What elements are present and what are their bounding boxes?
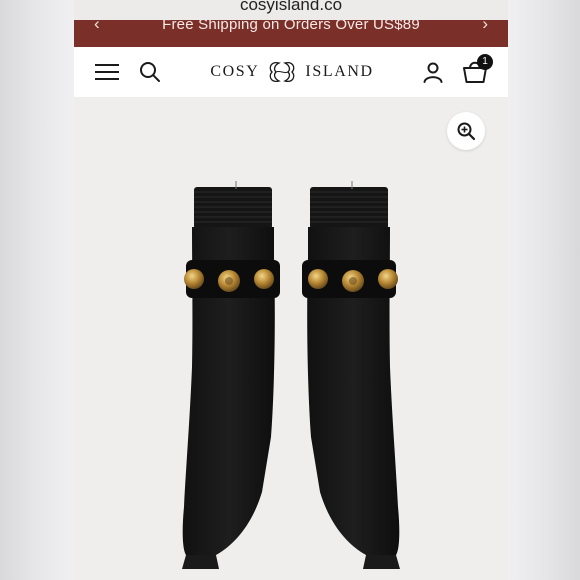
product-image[interactable] xyxy=(74,97,508,580)
hamburger-menu-icon[interactable] xyxy=(95,62,119,82)
cart-count-badge: 1 xyxy=(477,54,493,70)
zoom-button[interactable] xyxy=(447,112,485,150)
promo-bar: ‹ Free Shipping on Orders Over US$89 › xyxy=(74,20,508,47)
left-boot xyxy=(182,181,280,569)
account-icon[interactable] xyxy=(421,60,445,84)
right-boot xyxy=(302,181,400,569)
logo-word-left: COSY xyxy=(210,63,260,80)
url-text[interactable]: cosyisland.co xyxy=(74,0,508,15)
logo-word-right: ISLAND xyxy=(305,63,374,80)
mobile-screen: cosyisland.co ‹ Free Shipping on Orders … xyxy=(74,0,508,580)
logo-monogram-icon xyxy=(270,62,295,82)
zoom-in-icon xyxy=(457,122,476,141)
promo-text: Free Shipping on Orders Over US$89 xyxy=(162,20,420,33)
product-gallery xyxy=(74,97,508,580)
chevron-right-icon[interactable]: › xyxy=(482,20,488,34)
site-header: COSY ISLAND 1 xyxy=(74,47,508,98)
site-logo[interactable]: COSY ISLAND xyxy=(206,59,378,85)
search-icon[interactable] xyxy=(138,60,162,84)
browser-address-bar[interactable]: cosyisland.co xyxy=(74,0,508,20)
